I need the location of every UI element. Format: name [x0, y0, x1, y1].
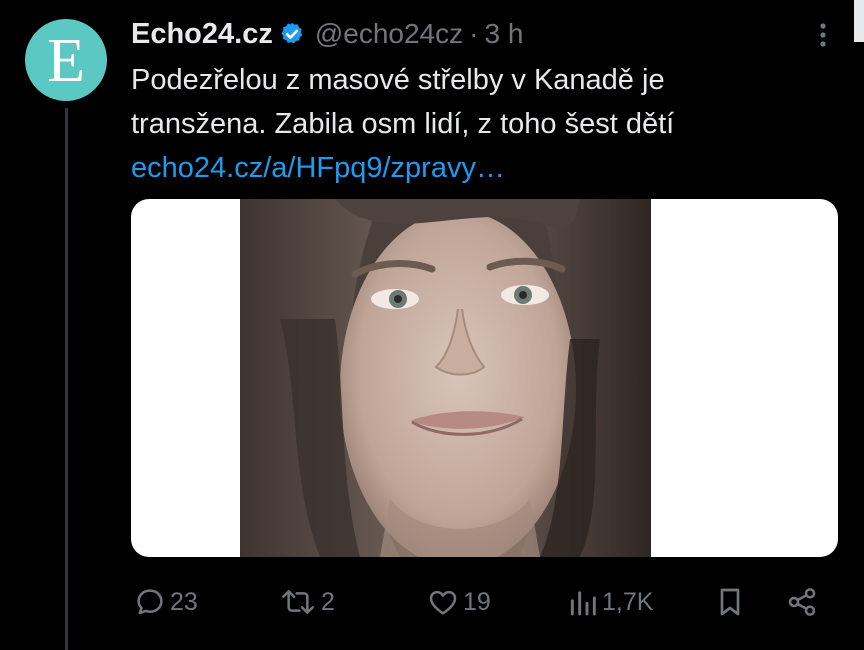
repost-button[interactable]: 2: [279, 582, 335, 622]
views-button[interactable]: 1,7K: [568, 582, 653, 622]
views-icon: [568, 586, 598, 618]
thread-line: [65, 108, 68, 650]
more-icon[interactable]: [808, 20, 838, 50]
bookmark-button[interactable]: [716, 582, 744, 622]
media-card[interactable]: [131, 199, 838, 557]
action-bar: 23 2 19 1,7K: [0, 582, 864, 622]
scrollbar[interactable]: [854, 0, 864, 42]
reply-count: 23: [170, 587, 198, 616]
timestamp[interactable]: 3 h: [484, 18, 523, 50]
bookmark-icon: [716, 586, 744, 618]
repost-count: 2: [321, 587, 335, 616]
avatar[interactable]: E: [25, 19, 107, 101]
tweet-header: Echo24.cz @echo24cz · 3 h: [131, 14, 523, 54]
handle[interactable]: @echo24cz: [315, 18, 463, 50]
views-count: 1,7K: [602, 587, 654, 616]
tweet-text: Podezřelou z masové střelby v Kanadě je …: [131, 58, 831, 190]
share-button[interactable]: [786, 582, 818, 622]
tweet-text-line-2: transžena. Zabila osm lidí, z toho šest …: [131, 108, 675, 140]
repost-icon: [279, 586, 317, 618]
tweet-link[interactable]: echo24.cz/a/HFpq9/zpravy…: [131, 152, 505, 184]
avatar-letter: E: [47, 27, 85, 95]
like-count: 19: [463, 587, 491, 616]
verified-badge-icon: [279, 21, 305, 47]
portrait-photo[interactable]: [240, 199, 651, 557]
reply-button[interactable]: 23: [134, 582, 198, 622]
tweet-text-line-1: Podezřelou z masové střelby v Kanadě je: [131, 64, 665, 96]
like-icon: [427, 586, 459, 618]
like-button[interactable]: 19: [427, 582, 491, 622]
separator-dot: ·: [469, 18, 479, 49]
display-name[interactable]: Echo24.cz: [131, 18, 273, 51]
share-icon: [786, 586, 818, 618]
reply-icon: [134, 586, 166, 618]
